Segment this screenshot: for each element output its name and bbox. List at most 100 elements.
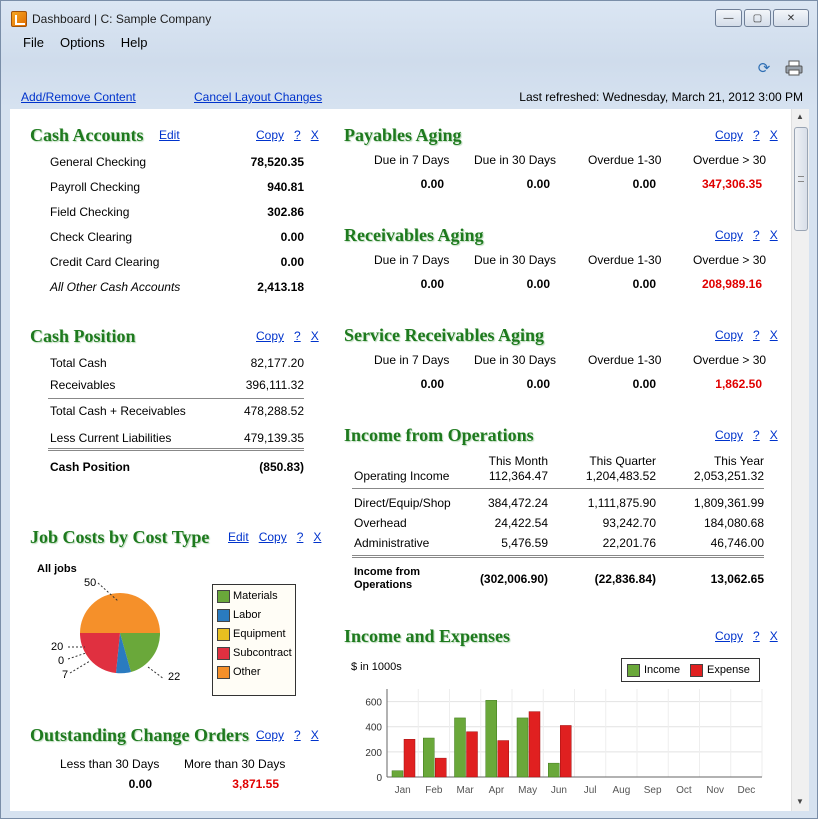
change-orders-close-link[interactable]: X [311,728,319,742]
receivables-help-link[interactable]: ? [753,228,760,242]
y-tick-label: 600 [365,698,382,709]
add-remove-content-link[interactable]: Add/Remove Content [21,90,136,104]
scroll-down-icon[interactable]: ▼ [796,797,804,806]
cash-account-label: Credit Card Clearing [50,255,160,269]
income-ops-close-link[interactable]: X [770,428,778,442]
aging-header: Overdue 1-30 [588,153,662,167]
receivables-close-link[interactable]: X [770,228,778,242]
double-divider [48,448,304,451]
income-swatch [627,664,640,677]
dashboard-window: Dashboard | C: Sample Company — ▢ ✕ File… [0,0,818,819]
cash-position-label: Cash Position [50,460,131,474]
vertical-scrollbar[interactable]: ▲ ▼ [791,109,809,811]
refresh-icon[interactable]: ⟳ [755,59,773,77]
income-ops-help-link[interactable]: ? [753,428,760,442]
income-expenses-help-link[interactable]: ? [753,629,760,643]
income-ops-value: 1,204,483.52 [585,469,656,483]
print-icon[interactable] [785,59,803,77]
bar-expense [403,739,416,778]
equipment-swatch [217,628,230,641]
scrollbar-thumb[interactable] [794,127,808,231]
title-bar: Dashboard | C: Sample Company — ▢ ✕ [1,1,817,33]
legend-label: Subcontract [233,647,292,659]
double-divider [352,555,764,558]
change-orders-copy-link[interactable]: Copy [256,728,284,742]
income-ops-copy-link[interactable]: Copy [715,428,743,442]
minimize-button[interactable]: — [715,9,742,27]
cancel-layout-changes-link[interactable]: Cancel Layout Changes [194,90,322,104]
y-tick-label: 0 [376,773,382,784]
bar-income [516,717,529,778]
income-ops-value: 22,201.76 [602,536,656,550]
job-costs-copy-link[interactable]: Copy [259,530,287,544]
cash-accounts-copy-link[interactable]: Copy [256,128,284,142]
menu-help[interactable]: Help [113,35,156,50]
cash-position-copy-link[interactable]: Copy [256,329,284,343]
legend-label: Equipment [233,628,286,640]
income-ops-header: This Month [488,454,548,468]
cash-position-value: 82,177.20 [250,356,304,370]
aging-header: Overdue 1-30 [588,353,662,367]
menu-bar: File Options Help [15,35,156,50]
x-tick-label: Jul [584,785,597,796]
payables-close-link[interactable]: X [770,128,778,142]
cash-position-title: Cash Position [30,326,136,346]
scroll-up-icon[interactable]: ▲ [796,112,804,121]
service-receivables-close-link[interactable]: X [770,328,778,342]
aging-header: Due in 30 Days [474,353,557,367]
job-costs-close-link[interactable]: X [313,530,321,544]
x-tick-label: Aug [612,785,630,796]
receivables-copy-link[interactable]: Copy [715,228,743,242]
menu-file[interactable]: File [15,35,52,50]
change-orders-help-link[interactable]: ? [294,728,301,742]
cash-accounts-close-link[interactable]: X [311,128,319,142]
cash-position-label: Receivables [50,378,116,392]
aging-header: Overdue > 30 [693,353,767,367]
cash-account-label: Check Clearing [50,230,133,244]
expense-swatch [690,664,703,677]
pie-slice-other-2 [80,593,120,633]
income-expenses-close-link[interactable]: X [770,629,778,643]
payables-help-link[interactable]: ? [753,128,760,142]
cash-account-value: 2,413.18 [257,280,304,294]
legend-label: Income [644,664,681,676]
income-ops-value: 24,422.54 [494,516,548,530]
cash-account-label: Payroll Checking [50,180,141,194]
job-costs-title: Job Costs by Cost Type [30,527,210,547]
income-ops-total-label: Income from [354,566,421,578]
cash-accounts-title: Cash Accounts [30,125,144,145]
cash-position-label: Total Cash + Receivables [50,404,186,418]
change-orders-val2: 3,871.55 [232,777,279,791]
income-expenses-copy-link[interactable]: Copy [715,629,743,643]
pie-slice-subcontract [79,633,120,673]
job-costs-edit-link[interactable]: Edit [228,530,249,544]
cash-account-value: 940.81 [267,180,304,194]
maximize-button[interactable]: ▢ [744,9,771,27]
x-tick-label: Oct [676,785,692,796]
income-ops-value: 2,053,251.32 [693,469,764,483]
app-icon [11,11,27,27]
cash-accounts-help-link[interactable]: ? [294,128,301,142]
x-tick-label: Jun [551,785,567,796]
pie-label: 7 [62,669,69,681]
y-tick-label: 200 [365,748,382,759]
income-ops-value: 1,111,875.90 [587,496,656,510]
income-ops-value: 112,364.47 [488,469,548,483]
cash-accounts-edit-link[interactable]: Edit [159,128,180,142]
service-receivables-help-link[interactable]: ? [753,328,760,342]
payables-copy-link[interactable]: Copy [715,128,743,142]
menu-options[interactable]: Options [52,35,113,50]
cash-position-close-link[interactable]: X [311,329,319,343]
aging-value: 0.00 [632,377,656,391]
close-button[interactable]: ✕ [773,9,809,27]
legend-label: Materials [233,590,278,602]
cash-position-help-link[interactable]: ? [294,329,301,343]
cash-position-label: Less Current Liabilities [50,431,172,445]
legend-label: Other [233,666,261,678]
bar-income [548,762,560,778]
aging-header: Overdue > 30 [693,153,767,167]
job-costs-help-link[interactable]: ? [297,530,304,544]
chart-unit-label: $ in 1000s [351,661,402,673]
aging-value: 208,989.16 [701,277,762,291]
service-receivables-copy-link[interactable]: Copy [715,328,743,342]
